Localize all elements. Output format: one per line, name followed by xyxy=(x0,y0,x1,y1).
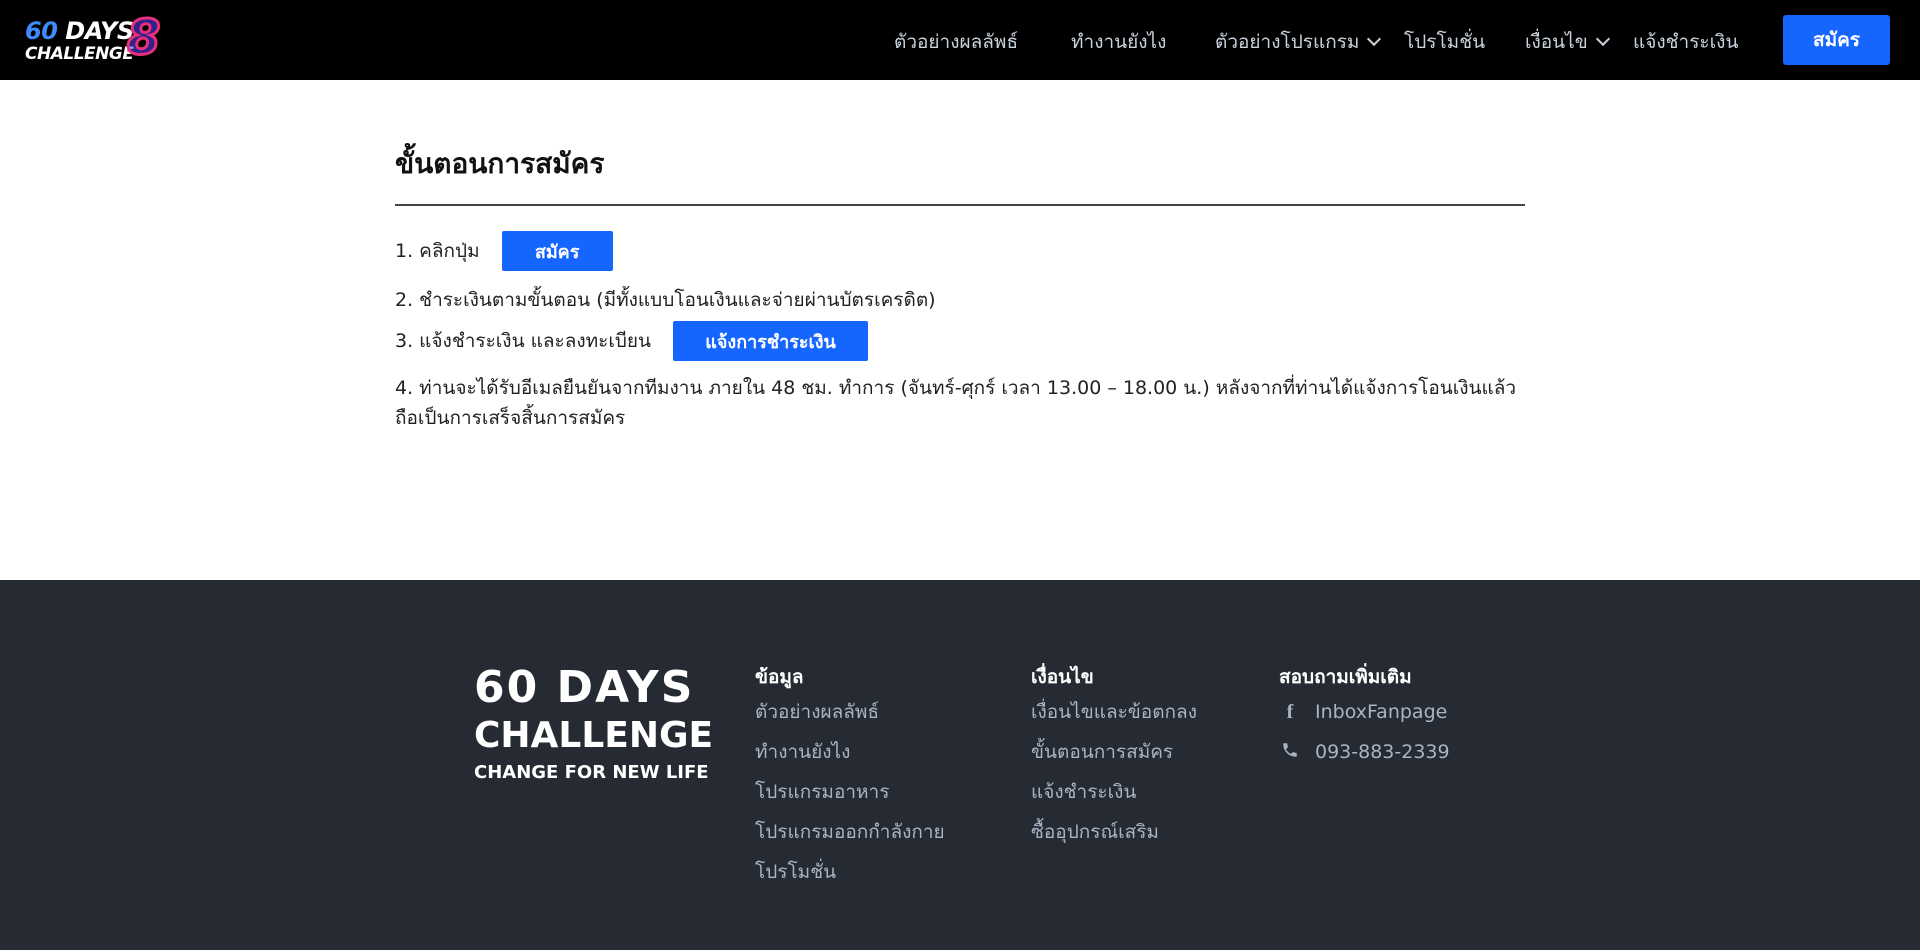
chevron-down-icon xyxy=(1367,31,1382,47)
footer-link-how-it-works[interactable]: ทำงานยังไง xyxy=(755,732,945,772)
footer-link-payment-notify[interactable]: แจ้งชำระเงิน xyxy=(1031,772,1197,812)
logo-season-number: 8 xyxy=(125,10,161,66)
nav-promotion-label: โปรโมชั่น xyxy=(1404,31,1486,53)
logo-number-60: 60 xyxy=(25,17,58,45)
nav-payment-notify-label: แจ้งชำระเงิน xyxy=(1633,31,1739,53)
footer-link-terms[interactable]: เงื่อนไขและข้อตกลง xyxy=(1031,692,1197,732)
footer-logo-tagline: CHANGE FOR NEW LIFE xyxy=(474,762,709,783)
footer-col-contact: สอบถามเพิ่มเติม f InboxFanpage 093-883-2… xyxy=(1279,662,1450,772)
header-signup-button[interactable]: สมัคร xyxy=(1783,15,1890,65)
nav-promotion[interactable]: โปรโมชั่น xyxy=(1404,27,1485,57)
step-3: 3. แจ้งชำระเงิน และลงทะเบียน แจ้งการชำระ… xyxy=(395,321,869,361)
footer-link-phone[interactable]: 093-883-2339 xyxy=(1279,732,1450,772)
footer-link-facebook[interactable]: f InboxFanpage xyxy=(1279,692,1450,732)
logo-line1: 60 DAYS xyxy=(25,17,134,45)
nav-conditions[interactable]: เงื่อนไข xyxy=(1525,27,1610,57)
step-4-text: 4. ท่านจะได้รับอีเมลยืนยันจากทีมงาน ภายใ… xyxy=(395,377,1517,429)
footer-col-title: เงื่อนไข xyxy=(1031,666,1094,688)
nav-payment-notify[interactable]: แจ้งชำระเงิน xyxy=(1633,27,1738,57)
phone-label: 093-883-2339 xyxy=(1315,741,1450,763)
footer-link-meal-program[interactable]: โปรแกรมอาหาร xyxy=(755,772,945,812)
footer-link-promotion[interactable]: โปรโมชั่น xyxy=(755,852,945,892)
footer: 60 DAYS CHALLENGE CHANGE FOR NEW LIFE ข้… xyxy=(0,580,1920,950)
page-title: ขั้นตอนการสมัคร xyxy=(395,147,605,180)
nav-program-examples-label: ตัวอย่างโปรแกรม xyxy=(1215,31,1360,53)
footer-col-title: ข้อมูล xyxy=(755,666,804,688)
step-2-text: 2. ชำระเงินตามขั้นตอน (มีทั้งแบบโอนเงินแ… xyxy=(395,289,936,311)
footer-link-accessories[interactable]: ซื้ออุปกรณ์เสริม xyxy=(1031,812,1197,852)
step-1-text: 1. คลิกปุ่ม xyxy=(395,240,480,262)
nav-how-it-works[interactable]: ทำงานยังไง xyxy=(1071,27,1166,57)
title-divider xyxy=(395,204,1525,206)
footer-link-exercise-program[interactable]: โปรแกรมออกกำลังกาย xyxy=(755,812,945,852)
nav-results-label: ตัวอย่างผลลัพธ์ xyxy=(894,31,1019,53)
notify-payment-button[interactable]: แจ้งการชำระเงิน xyxy=(673,321,869,361)
footer-col-title: สอบถามเพิ่มเติม xyxy=(1279,666,1412,688)
brand-logo[interactable]: 60 DAYS CHALLENGE 8 8 xyxy=(25,10,165,66)
footer-link-signup-steps[interactable]: ขั้นตอนการสมัคร xyxy=(1031,732,1197,772)
chevron-down-icon xyxy=(1595,31,1610,47)
footer-logo-line2: CHALLENGE xyxy=(474,715,714,756)
step-2: 2. ชำระเงินตามขั้นตอน (มีทั้งแบบโอนเงินแ… xyxy=(395,285,936,315)
logo-days: DAYS xyxy=(65,17,134,45)
logo-line2: CHALLENGE xyxy=(25,44,134,64)
step-1: 1. คลิกปุ่ม สมัคร xyxy=(395,231,613,271)
footer-link-results[interactable]: ตัวอย่างผลลัพธ์ xyxy=(755,692,945,732)
step-signup-button[interactable]: สมัคร xyxy=(501,231,613,271)
facebook-icon: f xyxy=(1286,701,1294,723)
phone-icon-svg xyxy=(1283,743,1297,757)
facebook-label: InboxFanpage xyxy=(1315,701,1448,723)
footer-col-conditions: เงื่อนไข เงื่อนไขและข้อตกลง ขั้นตอนการสม… xyxy=(1031,662,1197,852)
nav-how-it-works-label: ทำงานยังไง xyxy=(1071,31,1167,53)
nav-results[interactable]: ตัวอย่างผลลัพธ์ xyxy=(894,27,1018,57)
nav-program-examples[interactable]: ตัวอย่างโปรแกรม xyxy=(1215,27,1382,57)
footer-col-info: ข้อมูล ตัวอย่างผลลัพธ์ ทำงานยังไง โปรแกร… xyxy=(755,662,945,892)
step-3-text: 3. แจ้งชำระเงิน และลงทะเบียน xyxy=(395,330,652,352)
footer-logo-line1: 60 DAYS xyxy=(474,662,695,713)
top-navbar: 60 DAYS CHALLENGE 8 8 ตัวอย่างผลลัพธ์ ทำ… xyxy=(0,0,1920,80)
phone-icon xyxy=(1279,732,1301,772)
nav-conditions-label: เงื่อนไข xyxy=(1525,31,1588,53)
